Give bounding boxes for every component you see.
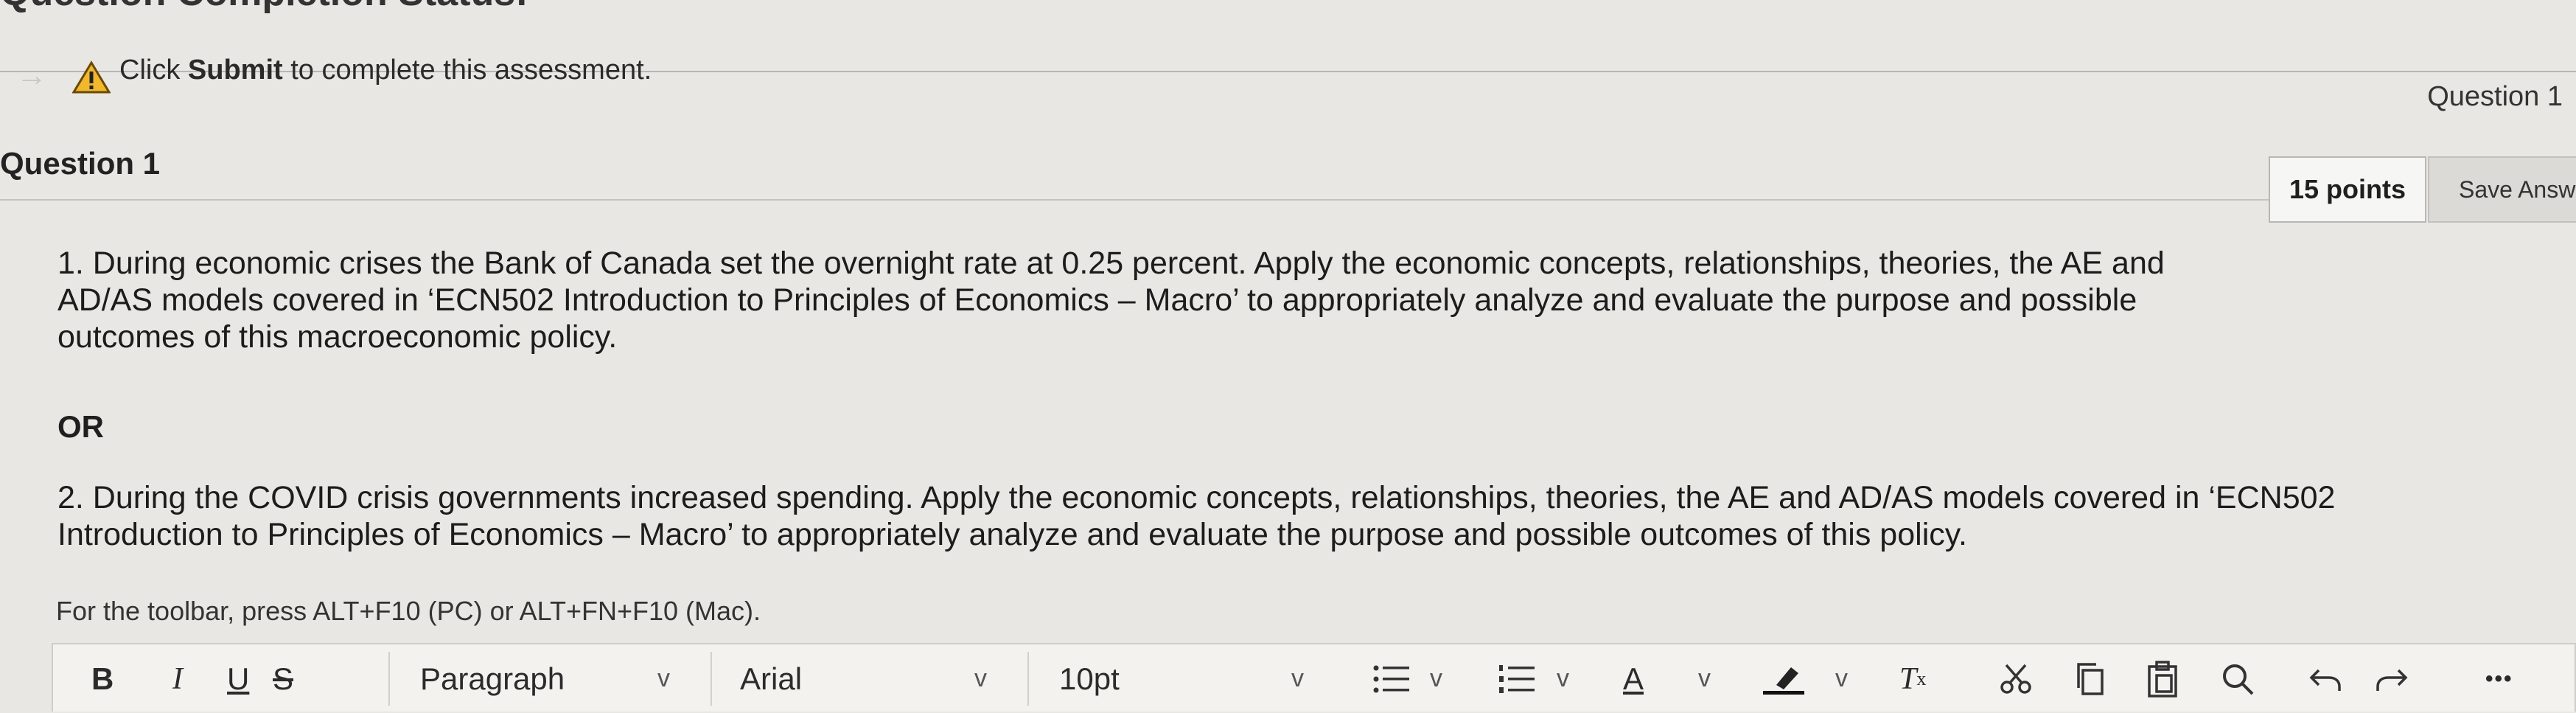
copy-icon[interactable] xyxy=(2073,644,2105,713)
chevron-down-icon[interactable]: v xyxy=(974,644,987,713)
bold-button[interactable]: B xyxy=(91,644,114,713)
question-completion-status-heading: Question Completion Status: xyxy=(0,0,528,14)
question-text-line: outcomes of this macroeconomic policy. xyxy=(57,319,618,355)
chevron-down-icon[interactable]: v xyxy=(1698,644,1711,713)
bullet-list-icon[interactable] xyxy=(1372,644,1411,713)
notice-submit-keyword: Submit xyxy=(187,55,283,86)
underline-button[interactable]: U xyxy=(227,644,249,713)
notice-prefix: Click xyxy=(119,55,188,86)
scissors-icon[interactable] xyxy=(1999,644,2033,713)
toolbar-divider xyxy=(711,652,712,706)
redo-icon[interactable] xyxy=(2375,644,2409,713)
question-text-line: Introduction to Principles of Economics … xyxy=(57,517,1968,552)
save-answer-button[interactable]: Save Answ xyxy=(2428,156,2576,223)
submit-notice: Click Submit to complete this assessment… xyxy=(119,55,652,86)
chevron-down-icon[interactable]: v xyxy=(1291,644,1304,713)
highlight-color-icon[interactable] xyxy=(1762,644,1806,713)
paragraph-select[interactable]: Paragraph xyxy=(420,644,565,713)
toolbar-hint: For the toolbar, press ALT+F10 (PC) or A… xyxy=(56,596,761,626)
more-options-button[interactable]: ••• xyxy=(2485,644,2513,713)
or-separator: OR xyxy=(57,409,104,444)
question-text-line: 2. During the COVID crisis governments i… xyxy=(57,480,2336,515)
toolbar-divider xyxy=(388,652,390,706)
font-size-select[interactable]: 10pt xyxy=(1059,644,1120,713)
arrow-icon: → xyxy=(16,58,47,92)
italic-button[interactable]: I xyxy=(172,644,183,713)
clear-formatting-icon[interactable]: Tx xyxy=(1899,644,1926,713)
warning-icon xyxy=(72,60,111,94)
strikethrough-button[interactable]: S xyxy=(273,644,293,713)
toolbar-divider xyxy=(1027,652,1029,706)
numbered-list-icon[interactable] xyxy=(1498,644,1536,713)
chevron-down-icon[interactable]: v xyxy=(1557,644,1569,713)
question-divider xyxy=(0,199,2270,201)
chevron-down-icon[interactable]: v xyxy=(1430,644,1442,713)
undo-icon[interactable] xyxy=(2308,644,2342,713)
question-nav-link[interactable]: Question 1 xyxy=(2427,81,2563,113)
chevron-down-icon[interactable]: v xyxy=(657,644,670,713)
search-icon[interactable] xyxy=(2220,644,2255,713)
paste-icon[interactable] xyxy=(2146,644,2179,713)
question-text-line: 1. During economic crises the Bank of Ca… xyxy=(57,246,2165,281)
chevron-down-icon[interactable]: v xyxy=(1835,644,1848,713)
notice-suffix: to complete this assessment. xyxy=(282,55,652,86)
text-color-button[interactable]: A xyxy=(1623,644,1644,713)
question-title: Question 1 xyxy=(0,146,161,181)
font-select[interactable]: Arial xyxy=(740,644,802,713)
points-badge: 15 points xyxy=(2269,156,2426,223)
editor-toolbar: B I U S Paragraph v Arial v 10pt v v v A… xyxy=(52,643,2576,712)
question-text-line: AD/AS models covered in ‘ECN502 Introduc… xyxy=(57,282,2137,318)
